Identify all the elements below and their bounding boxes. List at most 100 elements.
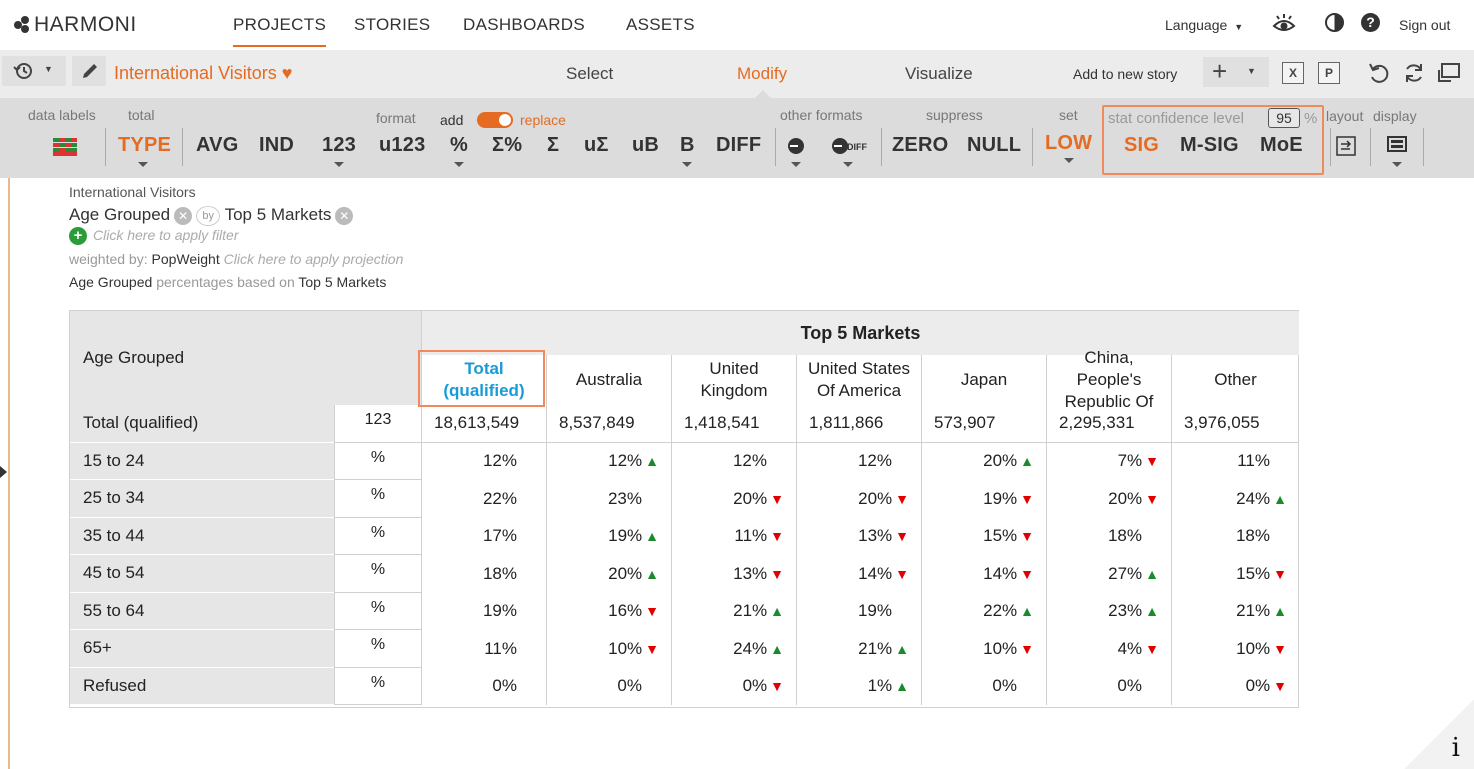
mode-visualize[interactable]: Visualize [905, 64, 973, 84]
row-format-cell[interactable]: 123 [334, 405, 421, 443]
filter-hint[interactable]: Click here to apply filter [93, 227, 239, 243]
story-title[interactable]: International Visitors ♥ [114, 63, 292, 84]
table-cell[interactable]: 13% ▼ [671, 555, 796, 593]
table-cell[interactable]: 10% ▼ [921, 630, 1046, 668]
projection-hint[interactable]: Click here to apply projection [224, 251, 404, 267]
chevron-down-icon[interactable] [1064, 158, 1074, 163]
diff-button[interactable]: DIFF [716, 134, 761, 157]
table-cell[interactable]: 1% ▲ [796, 667, 921, 705]
table-cell[interactable]: 7% ▼ [1046, 442, 1171, 480]
expand-panel-arrow[interactable] [0, 466, 7, 478]
table-cell[interactable]: 21% ▲ [671, 592, 796, 630]
column-header[interactable]: Other [1171, 355, 1299, 405]
unweighted-base-button[interactable]: uB [632, 134, 659, 157]
table-cell[interactable]: 13% ▼ [796, 517, 921, 555]
table-cell[interactable]: 23% [546, 480, 671, 518]
table-cell[interactable]: 0% [421, 667, 546, 705]
sum-button[interactable]: Σ [547, 134, 559, 157]
table-cell[interactable]: 19% ▼ [921, 480, 1046, 518]
table-cell[interactable]: 15% ▼ [1171, 555, 1299, 593]
table-cell[interactable]: 4% ▼ [1046, 630, 1171, 668]
eye-icon[interactable] [1272, 12, 1296, 34]
mode-select[interactable]: Select [566, 64, 613, 84]
filter-line[interactable]: + Click here to apply filter [69, 227, 239, 246]
table-cell[interactable]: 14% ▼ [796, 555, 921, 593]
table-cell[interactable]: 12% [796, 442, 921, 480]
row-label[interactable]: 55 to 64 [70, 592, 334, 630]
sum-percent-button[interactable]: Σ% [492, 134, 522, 157]
table-cell[interactable]: 0% ▼ [1171, 667, 1299, 705]
heart-icon[interactable]: ♥ [282, 63, 293, 83]
tab-dashboards[interactable]: DASHBOARDS [463, 15, 585, 35]
contrast-icon[interactable] [1325, 13, 1344, 32]
percent-button[interactable]: % [450, 134, 468, 157]
chevron-down-icon[interactable] [843, 162, 853, 167]
table-cell[interactable]: 19% ▲ [546, 517, 671, 555]
table-cell[interactable]: 20% ▼ [796, 480, 921, 518]
table-cell[interactable]: 22% [421, 480, 546, 518]
row-format-cell[interactable]: % [334, 555, 421, 593]
excel-export-icon[interactable]: X [1282, 62, 1304, 84]
row-format-cell[interactable]: % [334, 592, 421, 630]
table-cell[interactable]: 22% ▲ [921, 592, 1046, 630]
signout-link[interactable]: Sign out [1399, 17, 1450, 33]
low-button[interactable]: LOW [1045, 132, 1092, 155]
table-cell[interactable]: 2,295,331 [1046, 405, 1171, 443]
row-format-cell[interactable]: % [334, 630, 421, 668]
row-format-cell[interactable]: % [334, 442, 421, 480]
table-cell[interactable]: 1,811,866 [796, 405, 921, 443]
null-button[interactable]: NULL [967, 134, 1021, 157]
row-label[interactable]: Refused [70, 667, 334, 705]
tab-stories[interactable]: STORIES [354, 15, 430, 35]
table-cell[interactable]: 18,613,549 [421, 405, 546, 443]
column-header[interactable]: China, People's Republic Of [1046, 348, 1171, 411]
table-cell[interactable]: 0% [1046, 667, 1171, 705]
table-cell[interactable]: 18% [1046, 517, 1171, 555]
table-cell[interactable]: 20% ▼ [1046, 480, 1171, 518]
close-icon[interactable]: ✕ [335, 206, 354, 225]
chevron-down-icon[interactable] [791, 162, 801, 167]
chevron-down-icon[interactable] [334, 162, 344, 167]
table-cell[interactable]: 20% ▲ [921, 442, 1046, 480]
row-label[interactable]: Total (qualified) [70, 405, 334, 443]
column-header[interactable]: United States Of America [796, 355, 921, 405]
table-cell[interactable]: 18% [421, 555, 546, 593]
chevron-down-icon[interactable] [682, 162, 692, 167]
row-variable-chip[interactable]: Age Grouped [69, 205, 170, 224]
table-cell[interactable]: 11% [421, 630, 546, 668]
table-cell[interactable]: 10% ▼ [546, 630, 671, 668]
refresh-icon[interactable] [1402, 61, 1426, 85]
unweighted-count-button[interactable]: u123 [379, 134, 425, 157]
add-filter-icon[interactable]: + [69, 227, 87, 246]
table-cell[interactable]: 1,418,541 [671, 405, 796, 443]
heatmap-icon[interactable] [53, 138, 77, 156]
table-cell[interactable]: 573,907 [921, 405, 1046, 443]
table-cell[interactable]: 15% ▼ [921, 517, 1046, 555]
window-icon[interactable] [1437, 61, 1463, 85]
column-header[interactable]: Australia [546, 355, 671, 405]
table-cell[interactable]: 10% ▼ [1171, 630, 1299, 668]
table-cell[interactable]: 27% ▲ [1046, 555, 1171, 593]
table-cell[interactable]: 0% ▼ [671, 667, 796, 705]
edit-title-button[interactable] [72, 56, 106, 86]
tab-projects[interactable]: PROJECTS [233, 15, 327, 47]
table-cell[interactable]: 12% [421, 442, 546, 480]
table-cell[interactable]: 11% ▼ [671, 517, 796, 555]
table-cell[interactable]: 14% ▼ [921, 555, 1046, 593]
table-cell[interactable]: 20% ▲ [546, 555, 671, 593]
unweighted-sum-button[interactable]: uΣ [584, 134, 609, 157]
display-options-icon[interactable] [1387, 136, 1407, 156]
history-button[interactable]: ▼ [2, 56, 66, 86]
table-cell[interactable]: 24% ▲ [1171, 480, 1299, 518]
avg-button[interactable]: AVG [196, 134, 238, 157]
column-variable-chip[interactable]: Top 5 Markets [225, 205, 332, 224]
layout-swap-icon[interactable] [1336, 136, 1356, 156]
zero-button[interactable]: ZERO [892, 134, 948, 157]
powerpoint-export-icon[interactable]: P [1318, 62, 1340, 84]
table-cell[interactable]: 19% [796, 592, 921, 630]
chevron-down-icon[interactable] [1392, 162, 1402, 167]
language-dropdown[interactable]: Language ▼ [1165, 17, 1243, 33]
row-format-cell[interactable]: % [334, 480, 421, 518]
tab-assets[interactable]: ASSETS [626, 15, 695, 35]
table-cell[interactable]: 0% [546, 667, 671, 705]
